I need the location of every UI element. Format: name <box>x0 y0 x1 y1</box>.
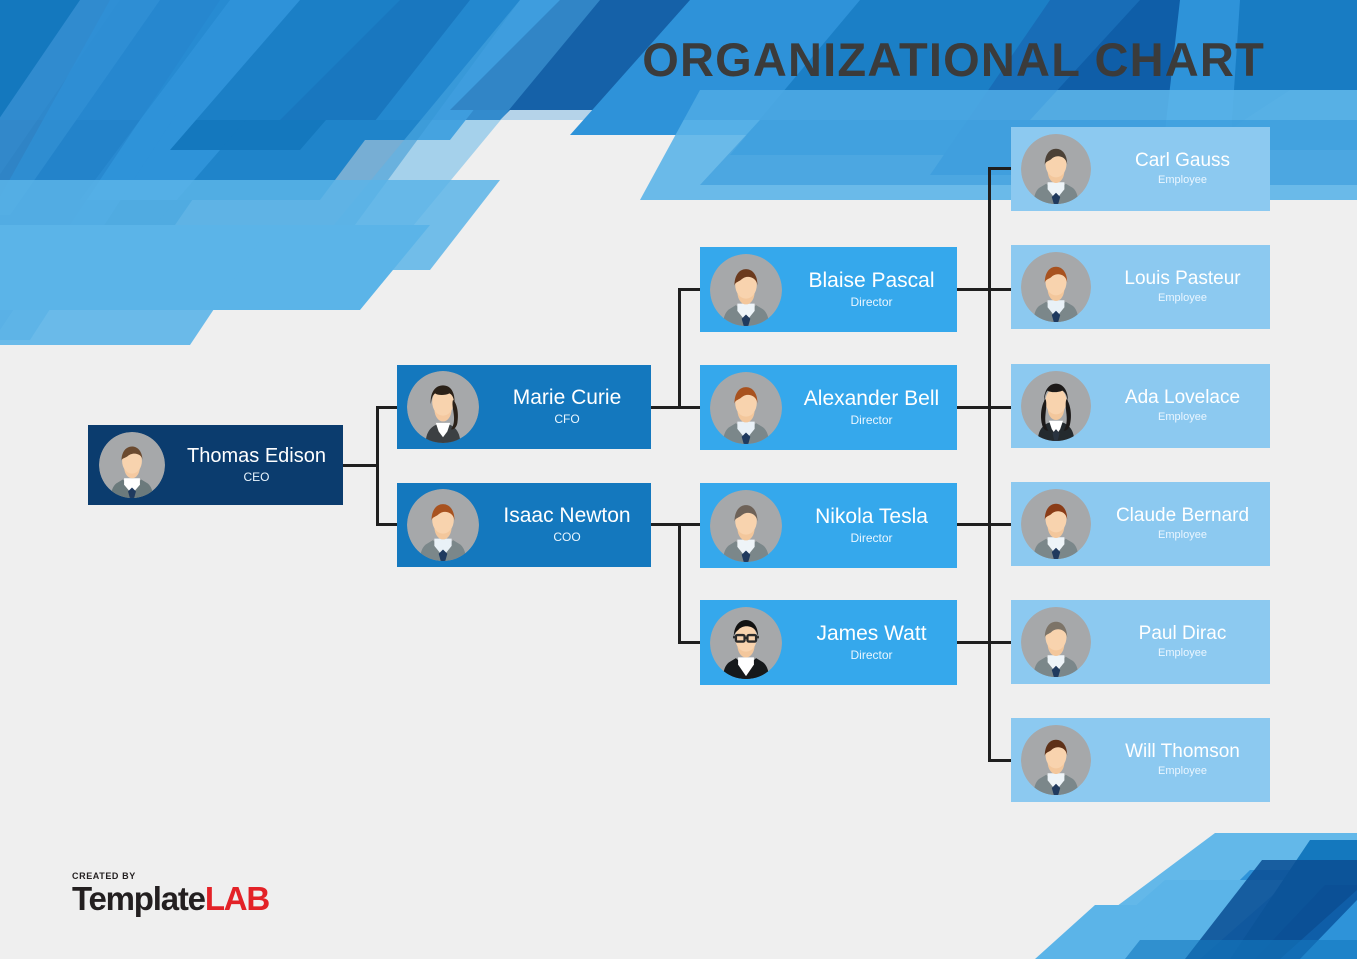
node-label: Marie Curie CFO <box>489 386 651 427</box>
avatar-container <box>397 371 489 443</box>
node-label: Alexander Bell Director <box>792 386 957 427</box>
logo-template-text: Template <box>72 880 206 917</box>
male-avatar-auburn-hair-icon <box>1021 489 1091 559</box>
org-node-ceo[interactable]: Thomas Edison CEO <box>88 425 343 505</box>
node-role: Employee <box>1158 528 1207 541</box>
node-label: Thomas Edison CEO <box>176 444 343 484</box>
logo-lab-text: LAB <box>204 880 270 917</box>
page-title: ORGANIZATIONAL CHART <box>642 33 1265 86</box>
node-name: Marie Curie <box>512 386 622 410</box>
org-node-director-2[interactable]: Alexander Bell Director <box>700 365 957 450</box>
connector-to-cfo <box>376 406 399 409</box>
male-avatar-brown-hair-icon <box>1021 725 1091 795</box>
avatar-container <box>1011 134 1101 204</box>
node-name: Thomas Edison <box>187 444 326 467</box>
avatar-container <box>700 606 792 679</box>
logo-wordmark: TemplateLAB <box>72 880 270 917</box>
male-avatar-auburn-hair-icon <box>1021 252 1091 322</box>
avatar-container <box>397 489 489 561</box>
connector-coo-out <box>650 523 680 526</box>
org-node-employee-2[interactable]: Louis Pasteur Employee <box>1011 245 1270 329</box>
avatar-container <box>1011 725 1101 795</box>
male-avatar-glasses-black-hair-icon <box>710 606 782 679</box>
connector-ceo-out <box>343 464 378 467</box>
male-avatar-grey-hair-icon <box>1021 607 1091 677</box>
male-avatar-brown-hair-icon <box>710 253 782 326</box>
org-node-director-4[interactable]: James Watt Director <box>700 600 957 685</box>
male-avatar-grey-hair-icon <box>710 489 782 562</box>
male-avatar-dark-hair-icon <box>1021 134 1091 204</box>
org-node-employee-6[interactable]: Will Thomson Employee <box>1011 718 1270 802</box>
node-role: COO <box>553 530 581 545</box>
templatelab-logo: CREATED BY TemplateLAB <box>72 872 270 917</box>
node-role: Employee <box>1158 291 1207 304</box>
node-name: Paul Dirac <box>1138 622 1227 644</box>
connector-dir-trunk-bottom <box>678 523 681 643</box>
connector-dir1-out <box>956 288 1014 291</box>
node-name: Isaac Newton <box>503 504 631 528</box>
org-node-director-3[interactable]: Nikola Tesla Director <box>700 483 957 568</box>
node-role: Employee <box>1158 764 1207 777</box>
node-name: Will Thomson <box>1125 740 1240 762</box>
node-label: James Watt Director <box>792 621 957 662</box>
male-avatar-brown-hair-icon <box>99 432 165 498</box>
node-role: Employee <box>1158 410 1207 423</box>
node-role: Director <box>850 294 893 309</box>
org-node-coo[interactable]: Isaac Newton COO <box>397 483 651 567</box>
connector-dir4-out <box>956 641 1014 644</box>
node-role: Director <box>850 530 893 545</box>
node-name: Blaise Pascal <box>808 268 935 292</box>
node-label: Will Thomson Employee <box>1101 740 1270 778</box>
female-avatar-dark-long-hair-icon <box>1021 371 1091 441</box>
avatar-container <box>1011 371 1101 441</box>
org-node-employee-3[interactable]: Ada Lovelace Employee <box>1011 364 1270 448</box>
connector-dir-trunk-top <box>678 288 681 408</box>
female-avatar-dark-ponytail-icon <box>407 371 479 443</box>
node-name: Alexander Bell <box>803 386 940 410</box>
org-chart-canvas: ORGANIZATIONAL CHART Thomas Edison CEO M… <box>0 0 1357 959</box>
org-node-employee-5[interactable]: Paul Dirac Employee <box>1011 600 1270 684</box>
connector-to-coo <box>376 523 399 526</box>
male-avatar-auburn-hair-icon <box>710 371 782 444</box>
avatar-container <box>700 489 792 562</box>
connector-dir3-out <box>956 523 1014 526</box>
connector-exec-trunk <box>376 406 379 525</box>
node-name: Carl Gauss <box>1134 149 1231 171</box>
avatar-container <box>88 432 176 498</box>
node-label: Carl Gauss Employee <box>1101 149 1270 187</box>
node-name: James Watt <box>816 621 927 645</box>
node-name: Louis Pasteur <box>1124 267 1241 289</box>
avatar-container <box>1011 607 1101 677</box>
node-role: CEO <box>243 469 270 484</box>
avatar-container <box>1011 252 1101 322</box>
connector-cfo-out <box>650 406 680 409</box>
org-node-cfo[interactable]: Marie Curie CFO <box>397 365 651 449</box>
node-role: CFO <box>554 412 580 427</box>
node-name: Nikola Tesla <box>815 504 928 528</box>
connector-emp-trunk <box>988 167 991 761</box>
org-node-employee-1[interactable]: Carl Gauss Employee <box>1011 127 1270 211</box>
avatar-container <box>700 253 792 326</box>
avatar-container <box>1011 489 1101 559</box>
male-avatar-auburn-hair-icon <box>407 489 479 561</box>
node-role: Director <box>850 647 893 662</box>
node-label: Blaise Pascal Director <box>792 268 957 309</box>
avatar-container <box>700 371 792 444</box>
node-name: Ada Lovelace <box>1124 386 1241 408</box>
node-name: Claude Bernard <box>1115 504 1250 526</box>
connector-dir2-out <box>956 406 1014 409</box>
node-label: Isaac Newton COO <box>489 504 651 545</box>
org-node-employee-4[interactable]: Claude Bernard Employee <box>1011 482 1270 566</box>
node-label: Nikola Tesla Director <box>792 504 957 545</box>
node-role: Director <box>850 412 893 427</box>
node-label: Louis Pasteur Employee <box>1101 267 1270 305</box>
node-role: Employee <box>1158 173 1207 186</box>
node-role: Employee <box>1158 646 1207 659</box>
org-node-director-1[interactable]: Blaise Pascal Director <box>700 247 957 332</box>
deco-bottom-right <box>1035 833 1357 959</box>
node-label: Ada Lovelace Employee <box>1101 386 1270 424</box>
node-label: Paul Dirac Employee <box>1101 622 1270 660</box>
node-label: Claude Bernard Employee <box>1101 504 1270 542</box>
